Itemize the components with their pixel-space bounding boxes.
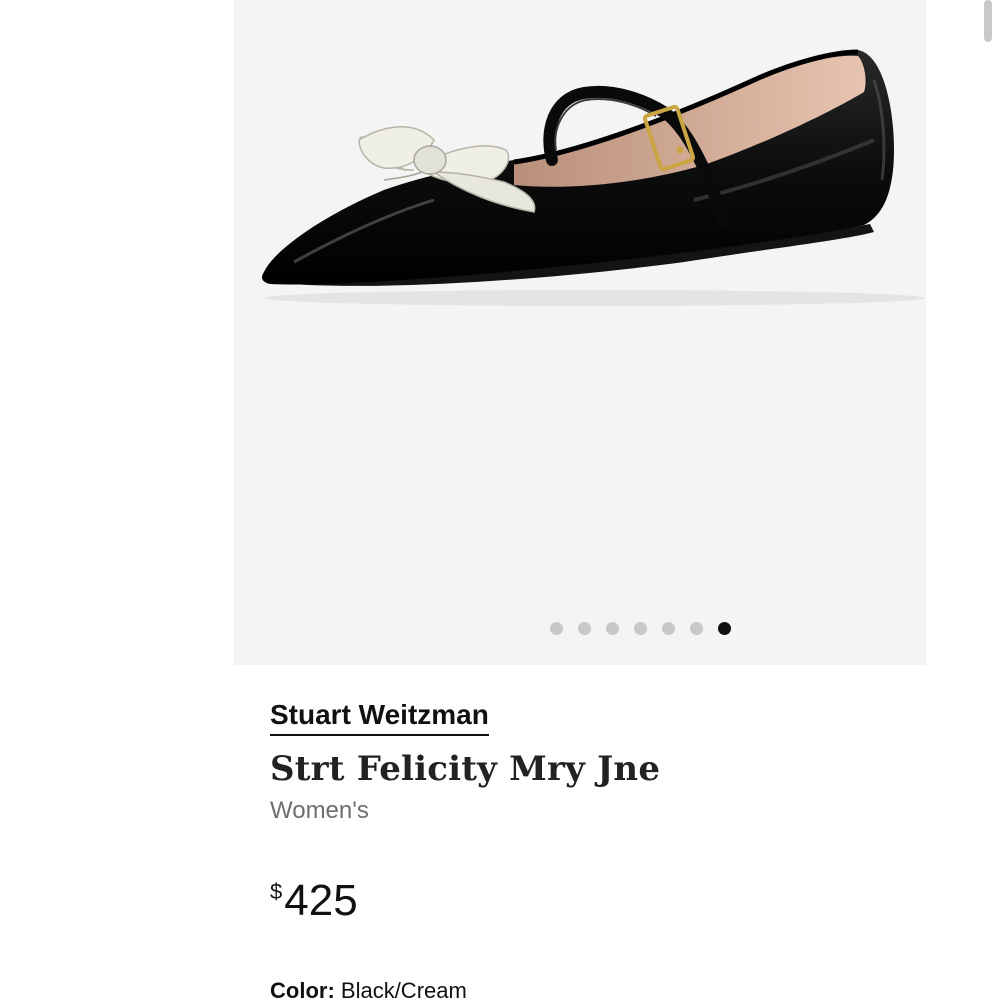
product-price: $ 425: [270, 876, 358, 926]
color-selection: Color: Black/Cream: [270, 978, 467, 1000]
image-carousel-dots: [234, 622, 926, 635]
page-scrollbar[interactable]: [984, 0, 992, 42]
price-amount: 425: [284, 876, 358, 925]
price-currency: $: [270, 879, 283, 904]
product-page: Stuart Weitzman Strt Felicity Mry Jne Wo…: [0, 0, 1000, 1000]
brand-link[interactable]: Stuart Weitzman: [270, 698, 489, 736]
product-info: Stuart Weitzman Strt Felicity Mry Jne Wo…: [270, 698, 970, 1000]
color-value: Black/Cream: [340, 978, 467, 1000]
product-image[interactable]: [234, 0, 926, 560]
carousel-dot[interactable]: [661, 622, 675, 635]
carousel-dot[interactable]: [633, 622, 647, 635]
product-name: Strt Felicity Mry Jne: [270, 749, 661, 789]
carousel-dot[interactable]: [549, 622, 563, 635]
product-gender: Women's: [270, 797, 369, 824]
product-image-gallery[interactable]: [234, 0, 926, 665]
carousel-dot[interactable]: [605, 622, 619, 635]
color-label: Color:: [270, 978, 335, 1000]
carousel-dot[interactable]: [717, 622, 731, 635]
carousel-dot[interactable]: [577, 622, 591, 635]
carousel-dot[interactable]: [689, 622, 703, 635]
